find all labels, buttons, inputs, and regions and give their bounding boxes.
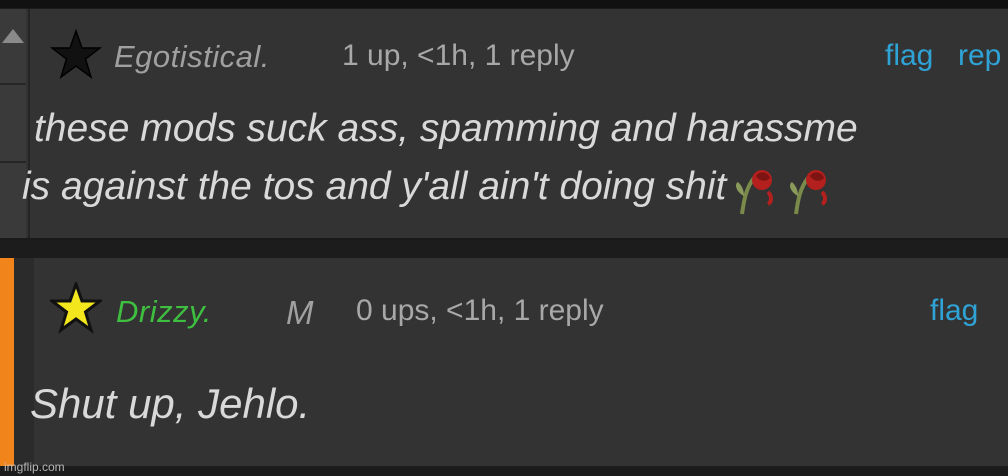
upvote-arrow-icon — [2, 29, 24, 43]
comment-body-text: is against the tos and y'all ain't doing… — [22, 165, 727, 208]
reply-link[interactable]: rep — [958, 39, 1001, 73]
mod-side-bar — [0, 258, 14, 466]
watermark: imgflip.com — [4, 460, 65, 474]
wilted-rose-icon — [736, 169, 774, 214]
comment-body-line2: is against the tos and y'all ain't doing… — [22, 159, 834, 216]
black-star-icon — [50, 29, 102, 79]
comment-body-line1: these mods suck ass, spamming and harass… — [34, 107, 858, 150]
comment-meta: 1 up, <1h, 1 reply — [342, 39, 575, 72]
side-gap — [14, 258, 34, 466]
mod-badge: M — [286, 294, 314, 331]
downvote-button[interactable] — [0, 85, 26, 163]
username[interactable]: Drizzy. — [116, 294, 212, 330]
comment-drizzy: Drizzy. M 0 ups, <1h, 1 reply flag Shut … — [0, 258, 1008, 466]
username[interactable]: Egotistical. — [114, 39, 270, 75]
top-border — [0, 0, 1008, 8]
comment-egotistical: Egotistical. 1 up, <1h, 1 reply flag rep… — [0, 9, 1008, 240]
upvote-button[interactable] — [0, 9, 26, 85]
yellow-star-icon — [50, 282, 102, 334]
wilted-rose-icon — [790, 169, 828, 214]
flag-link[interactable]: flag — [930, 294, 978, 328]
comment-body: Shut up, Jehlo. — [30, 380, 311, 427]
flag-link[interactable]: flag — [885, 39, 933, 73]
comment-meta: 0 ups, <1h, 1 reply — [356, 294, 604, 327]
